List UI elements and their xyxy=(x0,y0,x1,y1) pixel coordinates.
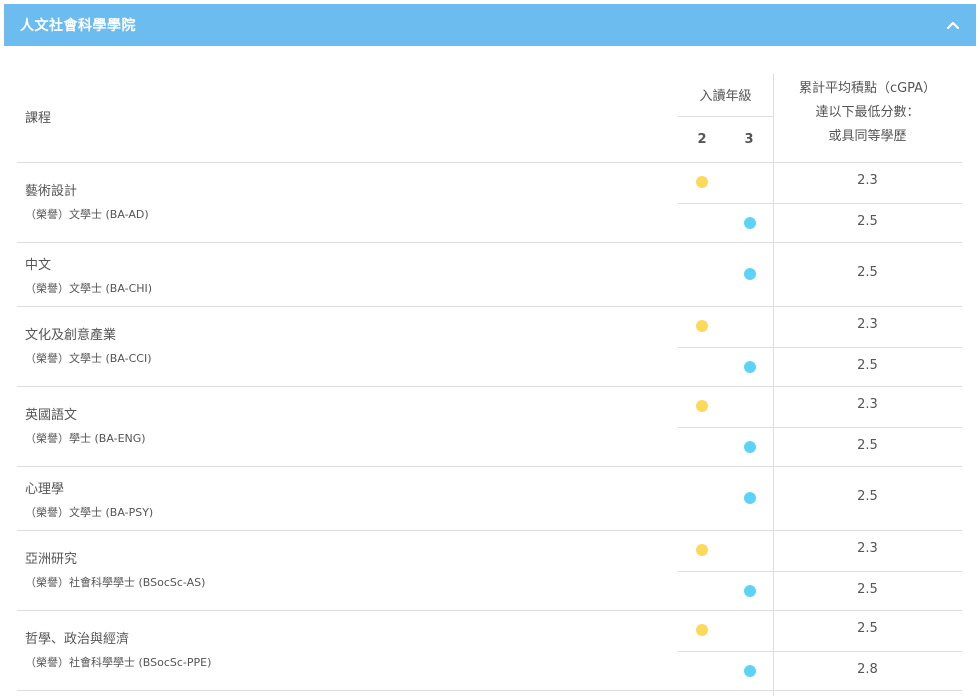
year-3-header: 3 xyxy=(744,132,754,147)
programme-name: 英國語文 xyxy=(25,408,78,423)
programme-name: 哲學、政治與經濟 xyxy=(25,632,130,647)
year-3-indicator-dot xyxy=(744,492,756,504)
cgpa-column-header: 累計平均積點（cGPA） 達以下最低分數： 或具同等學歷 xyxy=(773,77,962,149)
programme-degree: （榮譽）文學士 (BA-CHI) xyxy=(25,282,153,295)
programme-name: 心理學 xyxy=(25,482,65,497)
cgpa-value: 2.3 xyxy=(857,541,878,556)
programme-degree: （榮譽）社會科學學士 (BSocSc-AS) xyxy=(25,576,206,589)
table-row: 心理學 （榮譽）文學士 (BA-PSY) 2.5 xyxy=(17,467,962,531)
programme-degree: （榮譽）社會科學學士 (BSocSc-PPE) xyxy=(25,656,212,669)
entry-year-row: 2.3 xyxy=(678,163,962,202)
chevron-up-icon[interactable] xyxy=(944,16,962,34)
year-3-indicator-dot xyxy=(744,217,756,229)
programme-name: 文化及創意產業 xyxy=(25,328,117,343)
programme-name: 中文 xyxy=(25,258,52,273)
programme-degree: （榮譽）文學士 (BA-PSY) xyxy=(25,506,154,519)
cgpa-header-line-3: 或具同等學歷 xyxy=(828,129,907,144)
programme-table: 課程 入讀年級 2 3 累計平均積點（cGPA） 達以下最低分數： 或具同等學歷… xyxy=(17,73,962,696)
year-3-indicator-dot xyxy=(744,268,756,280)
cgpa-value: 2.3 xyxy=(857,317,878,332)
year-3-indicator-dot xyxy=(744,361,756,373)
entry-year-row: 2.8 xyxy=(678,651,962,691)
entry-year-row: 2.3 xyxy=(678,387,962,426)
cgpa-header-line-2: 達以下最低分數： xyxy=(815,105,920,120)
entry-year-row: 2.3 xyxy=(678,307,962,346)
course-column-header: 課程 xyxy=(25,111,52,126)
faculty-accordion-header[interactable]: 人文社會科學學院 xyxy=(4,4,976,46)
faculty-title: 人文社會科學學院 xyxy=(20,18,136,34)
entry-year-row: 2.5 xyxy=(678,243,962,306)
cgpa-value: 2.5 xyxy=(857,489,878,504)
cgpa-header-line-1: 累計平均積點（cGPA） xyxy=(798,81,937,96)
cgpa-value: 2.5 xyxy=(857,358,878,373)
cgpa-value: 2.5 xyxy=(857,265,878,280)
year-2-indicator-dot xyxy=(696,544,708,556)
cgpa-value: 2.3 xyxy=(857,173,878,188)
year-2-indicator-dot xyxy=(696,400,708,412)
programme-degree: （榮譽）學士 (BA-ENG) xyxy=(25,432,146,445)
entry-year-header: 入讀年級 xyxy=(678,73,773,117)
year-3-indicator-dot xyxy=(744,665,756,677)
table-row: 英國語文 （榮譽）學士 (BA-ENG) 2.3 2.5 xyxy=(17,387,962,467)
programme-name: 藝術設計 xyxy=(25,184,78,199)
cgpa-value: 2.5 xyxy=(857,438,878,453)
table-row: 藝術設計 （榮譽）文學士 (BA-AD) 2.3 2.5 xyxy=(17,163,962,243)
year-2-indicator-dot xyxy=(696,624,708,636)
year-2-indicator-dot xyxy=(696,176,708,188)
table-header: 課程 入讀年級 2 3 累計平均積點（cGPA） 達以下最低分數： 或具同等學歷 xyxy=(17,73,962,163)
year-3-indicator-dot xyxy=(744,441,756,453)
cgpa-value: 2.8 xyxy=(857,662,878,677)
cgpa-value: 2.5 xyxy=(857,582,878,597)
year-2-header: 2 xyxy=(697,132,707,147)
entry-year-row: 2.3 xyxy=(678,531,962,570)
table-row: 文化及創意產業 （榮譽）文學士 (BA-CCI) 2.3 2.5 xyxy=(17,307,962,387)
table-row: 哲學、政治與經濟 （榮譽）社會科學學士 (BSocSc-PPE) 2.5 2.8 xyxy=(17,611,962,691)
cgpa-value: 2.5 xyxy=(857,214,878,229)
programme-degree: （榮譽）文學士 (BA-AD) xyxy=(25,208,149,221)
cgpa-value: 2.5 xyxy=(857,621,878,636)
entry-year-row: 2.5 xyxy=(678,467,962,530)
entry-year-row: 2.5 xyxy=(678,427,962,467)
programme-degree: （榮譽）文學士 (BA-CCI) xyxy=(25,352,152,365)
table-row: 中文 （榮譽）文學士 (BA-CHI) 2.5 xyxy=(17,243,962,307)
table-row: 亞洲研究 （榮譽）社會科學學士 (BSocSc-AS) 2.3 2.5 xyxy=(17,531,962,611)
entry-year-row: 2.5 xyxy=(678,203,962,243)
programme-name: 亞洲研究 xyxy=(25,552,78,567)
year-3-indicator-dot xyxy=(744,585,756,597)
entry-year-row: 2.5 xyxy=(678,571,962,611)
cgpa-value: 2.3 xyxy=(857,397,878,412)
entry-year-row: 2.5 xyxy=(678,347,962,387)
year-2-indicator-dot xyxy=(696,320,708,332)
entry-year-row: 2.5 xyxy=(678,611,962,650)
